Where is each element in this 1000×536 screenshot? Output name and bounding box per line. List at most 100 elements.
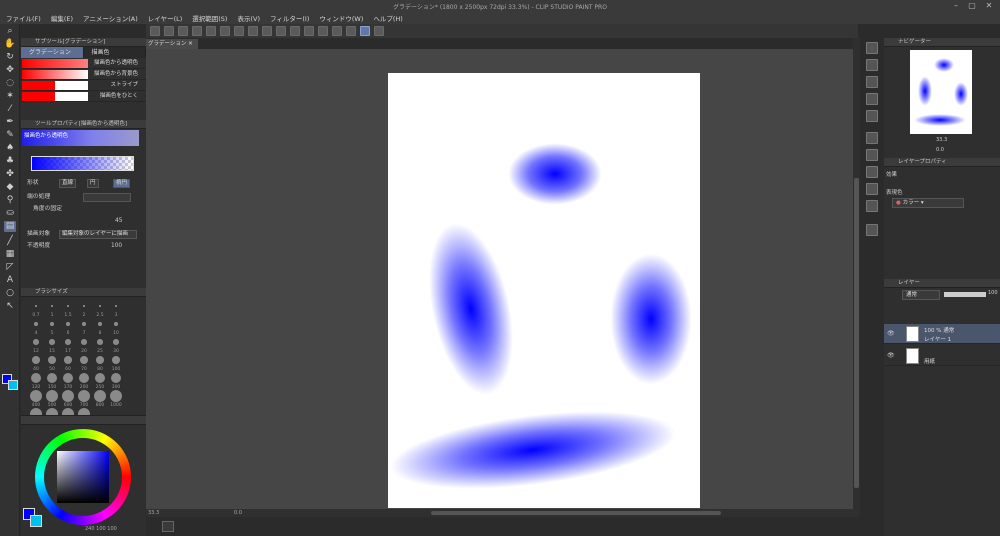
menu-filter[interactable]: フィルター(I) — [270, 13, 309, 23]
gradient-name-bar[interactable]: 描画色から透明色 — [22, 130, 139, 146]
brush-size-dot[interactable] — [83, 305, 85, 307]
edge-mode-selector[interactable] — [83, 193, 131, 202]
hue-ring[interactable] — [35, 429, 131, 525]
timeline-icon[interactable] — [162, 521, 174, 532]
snap-ruler-icon[interactable] — [332, 26, 342, 36]
visibility-eye-icon[interactable]: 👁 — [887, 330, 895, 337]
pencil-icon[interactable]: ✎ — [4, 130, 16, 141]
magic-wand-icon[interactable]: ✶ — [4, 91, 16, 102]
navigator-zoom[interactable]: 33.3 — [936, 137, 947, 143]
redo-icon[interactable] — [220, 26, 230, 36]
sub-view-icon[interactable] — [866, 59, 878, 71]
brush-size-dot[interactable] — [32, 356, 40, 364]
menu-selection[interactable]: 選択範囲(S) — [192, 13, 227, 23]
layer-row-1[interactable]: 👁 100 % 通常 レイヤー 1 — [884, 324, 1000, 344]
open-file-icon[interactable] — [164, 26, 174, 36]
brush-size-dot[interactable] — [96, 356, 104, 364]
brush-size-dot[interactable] — [94, 390, 106, 402]
blend-icon[interactable]: ⚲ — [4, 195, 16, 206]
brush-size-dot[interactable] — [99, 305, 101, 307]
navigator-thumbnail[interactable] — [910, 50, 972, 134]
minimize-button[interactable]: – — [950, 1, 962, 11]
document-tab[interactable]: グラデーション ✕ — [146, 39, 198, 49]
brush-size-dot[interactable] — [30, 390, 42, 402]
brush-size-dot[interactable] — [115, 305, 117, 307]
snap-grid-icon[interactable] — [346, 26, 356, 36]
gradient-preset-2[interactable]: 描画色から背景色 — [21, 69, 146, 80]
brush-size-dot[interactable] — [51, 305, 53, 307]
brush-size-dot[interactable] — [50, 322, 54, 326]
menu-view[interactable]: 表示(V) — [237, 13, 260, 23]
undo-icon[interactable] — [206, 26, 216, 36]
rotate-icon[interactable]: ↻ — [4, 52, 16, 63]
canvas-area[interactable] — [146, 49, 858, 509]
close-button[interactable]: ✕ — [983, 1, 995, 11]
zoom-icon[interactable]: ⌕ — [4, 26, 16, 37]
hand-icon[interactable]: ✋ — [4, 39, 16, 50]
brush-size-dot[interactable] — [46, 390, 58, 402]
brush-size-dot[interactable] — [98, 322, 102, 326]
tab-draw-color[interactable]: 描画色 — [84, 47, 146, 58]
menu-edit[interactable]: 編集(E) — [51, 13, 73, 23]
menu-animation[interactable]: アニメーション(A) — [83, 13, 138, 23]
shape-line-button[interactable]: 直線 — [59, 179, 77, 188]
visibility-eye-icon[interactable]: 👁 — [887, 352, 895, 359]
deselect-icon[interactable] — [290, 26, 300, 36]
lasso-icon[interactable]: ◌ — [4, 78, 16, 89]
angle-readout[interactable]: 0.0 — [234, 509, 242, 517]
layer-opacity-slider[interactable] — [944, 292, 986, 297]
settings-icon[interactable] — [374, 26, 384, 36]
brush-size-dot[interactable] — [48, 356, 56, 364]
display-color-select[interactable]: ● カラー ▾ — [892, 198, 964, 208]
brush-size-dot[interactable] — [67, 305, 69, 307]
opacity-value[interactable]: 100 — [111, 241, 122, 251]
material-icon[interactable] — [866, 76, 878, 88]
brush-size-dot[interactable] — [79, 373, 89, 383]
brush-size-dot[interactable] — [35, 305, 37, 307]
shape-circle-button[interactable]: 円 — [87, 179, 99, 188]
menu-layer[interactable]: レイヤー(L) — [148, 13, 183, 23]
auto-action-icon[interactable] — [866, 149, 878, 161]
menu-window[interactable]: ウィンドウ(W) — [319, 13, 363, 23]
horizontal-scroll-thumb[interactable] — [431, 511, 721, 515]
layer-row-paper[interactable]: 👁 用紙 — [884, 346, 1000, 366]
quick-access-icon[interactable] — [866, 224, 878, 236]
brush-size-dot[interactable] — [113, 339, 119, 345]
menu-help[interactable]: ヘルプ(H) — [373, 13, 402, 23]
brush-size-dot[interactable] — [66, 322, 70, 326]
gradient-preset-3[interactable]: ストライプ — [21, 80, 146, 91]
export-icon[interactable] — [192, 26, 202, 36]
item-bank-icon[interactable] — [866, 166, 878, 178]
vertical-scrollbar[interactable] — [853, 38, 860, 516]
navigator-icon[interactable] — [866, 42, 878, 54]
new-file-icon[interactable] — [150, 26, 160, 36]
layer-opacity-value[interactable]: 100 — [988, 290, 998, 296]
brush-size-dot[interactable] — [65, 339, 71, 345]
eyedropper-icon[interactable]: ⁄ — [4, 104, 16, 115]
background-color-swatch[interactable] — [8, 380, 18, 390]
airbrush-icon[interactable]: ♣ — [4, 156, 16, 167]
target-selector[interactable]: 編集対象のレイヤーに描画 — [59, 230, 137, 239]
material-3-icon[interactable] — [866, 110, 878, 122]
show-selection-icon[interactable] — [318, 26, 328, 36]
saturation-value-square[interactable] — [57, 451, 109, 503]
restore-button[interactable]: ▢ — [966, 1, 978, 11]
move-icon[interactable]: ✥ — [4, 65, 16, 76]
correction-icon[interactable]: ↖ — [4, 301, 16, 312]
figure-icon[interactable]: ╱ — [4, 236, 16, 247]
clear-outside-icon[interactable] — [248, 26, 258, 36]
brush-size-dot[interactable] — [114, 322, 118, 326]
shape-ellipse-button[interactable]: 楕円 — [113, 179, 131, 188]
brush-icon[interactable]: ♠ — [4, 143, 16, 154]
fix-angle-label[interactable]: 角度の固定 — [33, 204, 62, 214]
bg-color-chip[interactable] — [30, 515, 42, 527]
gradient-editor[interactable] — [31, 156, 134, 171]
fill-icon[interactable]: ⛀ — [4, 208, 16, 219]
brush-size-dot[interactable] — [95, 373, 105, 383]
text-icon[interactable]: A — [4, 275, 16, 286]
vertical-scroll-thumb[interactable] — [854, 178, 859, 488]
balloon-icon[interactable]: ○ — [4, 288, 16, 299]
pen-icon[interactable]: ✒ — [4, 117, 16, 128]
animation-cels-icon[interactable] — [866, 200, 878, 212]
brush-size-dot[interactable] — [31, 373, 41, 383]
